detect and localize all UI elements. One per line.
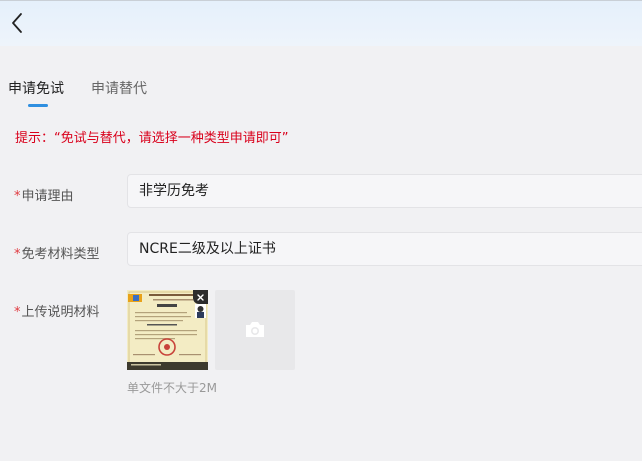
material-type-label-text: 免考材料类型	[21, 247, 100, 262]
hint-text: 提示：“免试与替代，请选择一种类型申请即可”	[15, 131, 289, 146]
required-mark: *	[14, 247, 21, 262]
material-type-label: *免考材料类型	[14, 243, 100, 262]
reason-label: *申请理由	[14, 185, 74, 204]
required-mark: *	[14, 305, 21, 320]
required-mark: *	[14, 189, 21, 204]
tab-exemption[interactable]: 申请免试	[8, 78, 64, 98]
tab-substitution[interactable]: 申请替代	[91, 78, 147, 98]
camera-icon	[246, 322, 264, 337]
chevron-left-icon	[12, 13, 22, 33]
active-tab-indicator	[28, 104, 48, 107]
upload-label-text: 上传说明材料	[21, 305, 100, 320]
material-type-select[interactable]: NCRE二级及以上证书	[127, 232, 642, 266]
delete-upload-button[interactable]	[193, 290, 208, 304]
tab-bar: 申请免试 申请替代	[0, 70, 642, 110]
reason-label-text: 申请理由	[21, 189, 74, 204]
top-bar	[0, 0, 642, 46]
close-icon	[197, 294, 204, 301]
add-upload-button[interactable]	[215, 290, 295, 370]
reason-select[interactable]: 非学历免考	[127, 174, 642, 208]
exemption-application-page: 申请免试 申请替代 提示：“免试与替代，请选择一种类型申请即可” *申请理由 非…	[0, 0, 642, 461]
upload-size-tip: 单文件不大于2M	[127, 381, 217, 395]
back-button[interactable]	[6, 9, 30, 37]
upload-label: *上传说明材料	[14, 301, 100, 320]
